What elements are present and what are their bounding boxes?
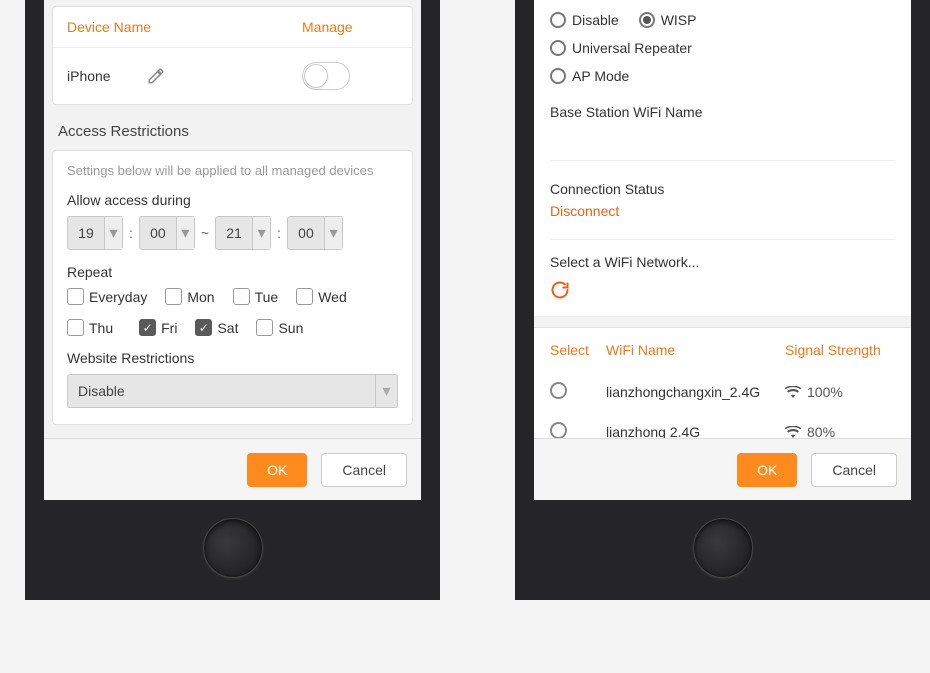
checkbox-icon <box>233 288 250 305</box>
website-restrictions-select[interactable]: Disable ▾ <box>67 374 398 408</box>
wifi-signal-icon <box>785 386 801 398</box>
days-group: Everyday Mon Tue Wed Thu Fri Sat Sun <box>67 288 398 336</box>
phone-bezel-bottom <box>534 500 911 600</box>
mode-universal-repeater[interactable]: Universal Repeater <box>550 40 692 56</box>
ok-button[interactable]: OK <box>737 453 797 487</box>
allow-access-label: Allow access during <box>67 192 398 208</box>
select-network-label: Select a WiFi Network... <box>550 246 895 276</box>
radio-icon <box>550 40 566 56</box>
wifi-signal-value: 100% <box>807 384 843 400</box>
base-station-label: Base Station WiFi Name <box>550 90 895 126</box>
screen-right: Disable WISP Universal Repeater AP Mode … <box>534 0 911 500</box>
day-thu[interactable]: Thu <box>67 319 113 336</box>
mode-disable[interactable]: Disable <box>550 12 619 28</box>
phone-right: Disable WISP Universal Repeater AP Mode … <box>515 0 930 600</box>
footer-bar-left: OK Cancel <box>44 438 421 500</box>
time-from-minute[interactable]: 00▾ <box>139 216 195 250</box>
ok-button[interactable]: OK <box>247 453 307 487</box>
wifi-name: lianzhongchangxin_2.4G <box>606 384 785 400</box>
device-name-cell: iPhone <box>67 68 147 84</box>
repeat-label: Repeat <box>67 264 398 280</box>
day-sat[interactable]: Sat <box>195 319 238 336</box>
restrictions-card: Settings below will be applied to all ma… <box>52 150 413 425</box>
device-table-header: Device Name Manage <box>53 7 412 48</box>
edit-icon[interactable] <box>147 67 302 85</box>
chevron-down-icon: ▾ <box>375 375 397 407</box>
wifi-signal-icon <box>785 426 801 438</box>
divider <box>550 160 895 161</box>
screen-left: Device Name Manage iPhone Access Restric… <box>44 0 421 500</box>
cancel-button[interactable]: Cancel <box>321 453 407 487</box>
day-wed[interactable]: Wed <box>296 288 347 305</box>
wifi-header-name: WiFi Name <box>606 342 785 358</box>
radio-selected-icon <box>639 12 655 28</box>
connection-status-label: Connection Status <box>550 167 895 203</box>
device-table-header-name: Device Name <box>67 19 302 35</box>
chevron-down-icon: ▾ <box>252 217 270 249</box>
wifi-header-select: Select <box>550 342 606 358</box>
connection-status-value: Disconnect <box>550 203 895 233</box>
radio-icon[interactable] <box>550 422 567 439</box>
wifi-table: Select WiFi Name Signal Strength lianzho… <box>534 327 911 452</box>
time-to-hour[interactable]: 21▾ <box>215 216 271 250</box>
home-button[interactable] <box>203 518 263 578</box>
wifi-table-header: Select WiFi Name Signal Strength <box>534 328 911 372</box>
chevron-down-icon: ▾ <box>104 217 122 249</box>
website-restrictions-label: Website Restrictions <box>67 350 398 366</box>
footer-bar-right: OK Cancel <box>534 438 911 500</box>
checkbox-checked-icon <box>195 319 212 336</box>
divider <box>550 239 895 240</box>
wifi-row[interactable]: lianzhongchangxin_2.4G 100% <box>534 372 911 412</box>
phone-left: Device Name Manage iPhone Access Restric… <box>25 0 440 600</box>
checkbox-checked-icon <box>139 319 156 336</box>
chevron-down-icon: ▾ <box>324 217 342 249</box>
checkbox-icon <box>67 288 84 305</box>
access-restrictions-title: Access Restrictions <box>44 105 421 150</box>
chevron-down-icon: ▾ <box>176 217 194 249</box>
checkbox-icon <box>296 288 313 305</box>
home-button[interactable] <box>693 518 753 578</box>
radio-icon <box>550 68 566 84</box>
day-tue[interactable]: Tue <box>233 288 279 305</box>
device-row: iPhone <box>53 48 412 104</box>
cancel-button[interactable]: Cancel <box>811 453 897 487</box>
radio-icon <box>550 12 566 28</box>
checkbox-icon <box>165 288 182 305</box>
device-table-header-manage: Manage <box>302 19 398 35</box>
checkbox-icon <box>256 319 273 336</box>
mode-ap[interactable]: AP Mode <box>550 68 629 84</box>
time-range-row: 19▾ : 00▾ ~ 21▾ : 00▾ <box>67 216 398 250</box>
day-everyday[interactable]: Everyday <box>67 288 147 305</box>
manage-toggle[interactable] <box>302 62 398 90</box>
restrictions-hint: Settings below will be applied to all ma… <box>67 163 398 178</box>
day-fri[interactable]: Fri <box>139 319 177 336</box>
mode-panel: Disable WISP Universal Repeater AP Mode … <box>534 0 911 317</box>
radio-icon[interactable] <box>550 382 567 399</box>
time-to-minute[interactable]: 00▾ <box>287 216 343 250</box>
phone-bezel-bottom <box>44 500 421 600</box>
day-sun[interactable]: Sun <box>256 319 303 336</box>
time-from-hour[interactable]: 19▾ <box>67 216 123 250</box>
wifi-header-signal: Signal Strength <box>785 342 895 358</box>
refresh-icon[interactable] <box>550 276 895 310</box>
checkbox-icon <box>67 319 84 336</box>
day-mon[interactable]: Mon <box>165 288 214 305</box>
mode-wisp[interactable]: WISP <box>639 12 697 28</box>
device-table-card: Device Name Manage iPhone <box>52 6 413 105</box>
